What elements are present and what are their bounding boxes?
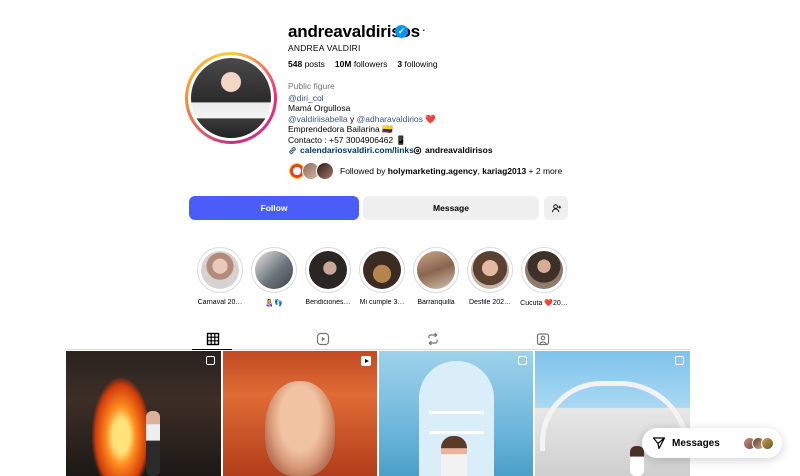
bio-line-5: Contacto : +57 3004906462 📱: [288, 134, 407, 145]
tab-reposts-icon[interactable]: [426, 332, 440, 346]
tab-reels-icon[interactable]: [316, 332, 330, 346]
threads-icon: [413, 146, 422, 154]
avatar-image: [191, 58, 271, 138]
add-user-icon: [551, 203, 561, 212]
carousel-icon: [675, 356, 684, 365]
post-thumbnail[interactable]: [66, 351, 221, 476]
message-button[interactable]: Message: [363, 196, 539, 220]
post-thumbnail[interactable]: [223, 351, 377, 476]
profile-full-name: ANDREA VALDIRI: [288, 43, 361, 53]
verified-badge-icon: ✓: [395, 25, 408, 38]
highlight-bendiciones[interactable]: Bendiciones…: [305, 247, 351, 306]
bio-mention-isabella[interactable]: @valdiriisabella: [288, 114, 348, 124]
active-tab-indicator: [192, 349, 232, 350]
posts-stat: 548 posts: [288, 59, 325, 69]
bio-line-4: Emprendedora Bailarina 🇨🇴: [288, 124, 393, 135]
followed-by-user-1[interactable]: holymarketing.agency: [388, 166, 478, 176]
link-icon: [289, 146, 296, 154]
more-options-icon[interactable]: ···: [411, 22, 427, 37]
profile-avatar[interactable]: [185, 52, 277, 144]
tabs-divider: [66, 349, 690, 350]
followed-by-avatars: [288, 162, 338, 180]
post-thumbnail[interactable]: [379, 351, 533, 476]
highlight-baby[interactable]: 👩‍🍼👣: [251, 247, 297, 307]
reel-icon: [361, 356, 371, 366]
highlight-cucuta[interactable]: Cucuta ❤️20…: [520, 247, 568, 307]
highlight-cumple[interactable]: Mi cumple 3…: [359, 247, 405, 306]
message-avatar: [761, 436, 774, 450]
external-link[interactable]: calendariosvaldiri.com/links: [288, 145, 414, 155]
messages-button[interactable]: Messages: [642, 428, 782, 458]
bio-mention-adhara[interactable]: @adharavaldirios: [357, 114, 423, 124]
highlight-label: Cucuta ❤️20…: [520, 300, 568, 307]
tab-posts-grid-icon[interactable]: [206, 332, 220, 346]
highlight-carnaval[interactable]: Carnaval 20…: [197, 247, 243, 306]
following-stat[interactable]: 3 following: [397, 59, 437, 69]
followed-by[interactable]: Followed by holymarketing.agency, kariag…: [288, 162, 562, 180]
tab-tagged-icon[interactable]: [536, 332, 550, 346]
profile-category: Public figure: [288, 81, 335, 91]
followed-by-user-2[interactable]: kariag2013: [482, 166, 526, 176]
send-icon: [652, 437, 666, 450]
messages-label: Messages: [672, 437, 720, 449]
highlight-desfile[interactable]: Desfile 202…: [467, 247, 513, 306]
bio-line-2: Mamá Orgullosa: [288, 103, 351, 114]
profile-stats: 548 posts 10M followers 3 following: [288, 59, 438, 69]
followers-stat[interactable]: 10M followers: [335, 59, 387, 69]
threads-link[interactable]: andreavaldirisos: [413, 145, 493, 155]
follower-avatar: [316, 162, 334, 180]
follow-button[interactable]: Follow: [189, 196, 359, 220]
suggested-users-button[interactable]: [544, 196, 568, 220]
profile-bio: @diri_col Mamá Orgullosa @valdiriisabell…: [288, 93, 436, 145]
highlight-barranquilla[interactable]: Barranquilla: [413, 247, 459, 306]
carousel-icon: [206, 356, 215, 365]
bio-mention-diri[interactable]: @diri_col: [288, 93, 324, 103]
carousel-icon: [518, 356, 527, 365]
